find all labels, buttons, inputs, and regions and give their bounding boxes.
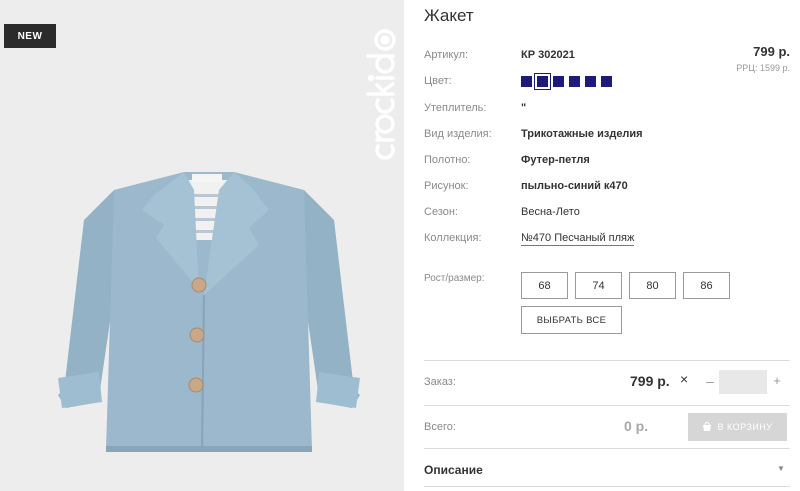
color-swatch[interactable]	[585, 76, 596, 87]
cart-icon	[702, 421, 712, 432]
divider	[424, 360, 790, 361]
divider	[424, 448, 790, 449]
size-button-80[interactable]: 80	[629, 272, 676, 299]
total-label: Всего:	[424, 421, 456, 433]
add-to-cart-button[interactable]: В КОРЗИНУ	[688, 413, 787, 441]
size-button-68[interactable]: 68	[521, 272, 568, 299]
size-options: 68 74 80 86	[521, 272, 730, 299]
attr-label: Цвет:	[424, 75, 452, 87]
attr-value: Весна-Лето	[521, 206, 580, 218]
size-button-86[interactable]: 86	[683, 272, 730, 299]
attr-label: Сезон:	[424, 206, 458, 218]
divider	[424, 405, 790, 406]
attr-label: Полотно:	[424, 154, 471, 166]
collection-link[interactable]: №470 Песчаный пляж	[521, 232, 635, 246]
attr-article: Артикул: КР 302021	[424, 49, 790, 69]
divider	[424, 486, 790, 487]
attr-value: "	[521, 102, 527, 114]
color-swatch[interactable]	[601, 76, 612, 87]
attr-value: КР 302021	[521, 49, 575, 61]
color-swatches	[521, 73, 612, 90]
description-toggle[interactable]: Описание	[424, 463, 483, 477]
jacket-illustration	[44, 150, 374, 480]
size-button-74[interactable]: 74	[575, 272, 622, 299]
attr-season: Сезон: Весна-Лето	[424, 206, 790, 226]
attr-label: Рисунок:	[424, 180, 469, 192]
attr-value: Футер-петля	[521, 154, 590, 166]
total-value: 0 р.	[624, 418, 649, 434]
product-title: Жакет	[424, 6, 474, 25]
attr-pattern: Рисунок: пыльно-синий к470	[424, 180, 790, 200]
sizes-label: Рост/размер:	[424, 273, 485, 284]
order-label: Заказ:	[424, 376, 456, 388]
attr-value: Трикотажные изделия	[521, 128, 643, 140]
product-details: Жакет 799 р. РРЦ: 1599 р. Артикул: КР 30…	[424, 0, 790, 491]
color-swatch[interactable]	[521, 76, 532, 87]
quantity-input[interactable]	[719, 370, 767, 394]
attr-label: Вид изделия:	[424, 128, 492, 140]
quantity-decrease-button[interactable]: –	[703, 373, 717, 389]
product-image[interactable]: NEW	[0, 0, 404, 491]
attr-value: пыльно-синий к470	[521, 180, 628, 192]
color-swatch[interactable]	[569, 76, 580, 87]
attr-label: Утеплитель:	[424, 102, 487, 114]
color-swatch[interactable]	[553, 76, 564, 87]
select-all-button[interactable]: ВЫБРАТЬ ВСЕ	[521, 306, 622, 334]
chevron-down-icon[interactable]: ▼	[777, 464, 785, 473]
new-badge: NEW	[4, 24, 56, 48]
attr-label: Артикул:	[424, 49, 469, 61]
attr-label: Коллекция:	[424, 232, 482, 244]
color-swatch-selected[interactable]	[534, 73, 551, 90]
attr-type: Вид изделия: Трикотажные изделия	[424, 128, 790, 148]
attr-fabric: Полотно: Футер-петля	[424, 154, 790, 174]
multiply-icon: ×	[680, 371, 689, 387]
order-price: 799 р.	[630, 373, 670, 389]
brand-logo	[330, 18, 400, 168]
quantity-increase-button[interactable]: +	[770, 373, 784, 388]
add-to-cart-label: В КОРЗИНУ	[717, 422, 773, 432]
attr-collection: Коллекция: №470 Песчаный пляж	[424, 232, 790, 252]
attr-insulation: Утеплитель: "	[424, 102, 790, 122]
